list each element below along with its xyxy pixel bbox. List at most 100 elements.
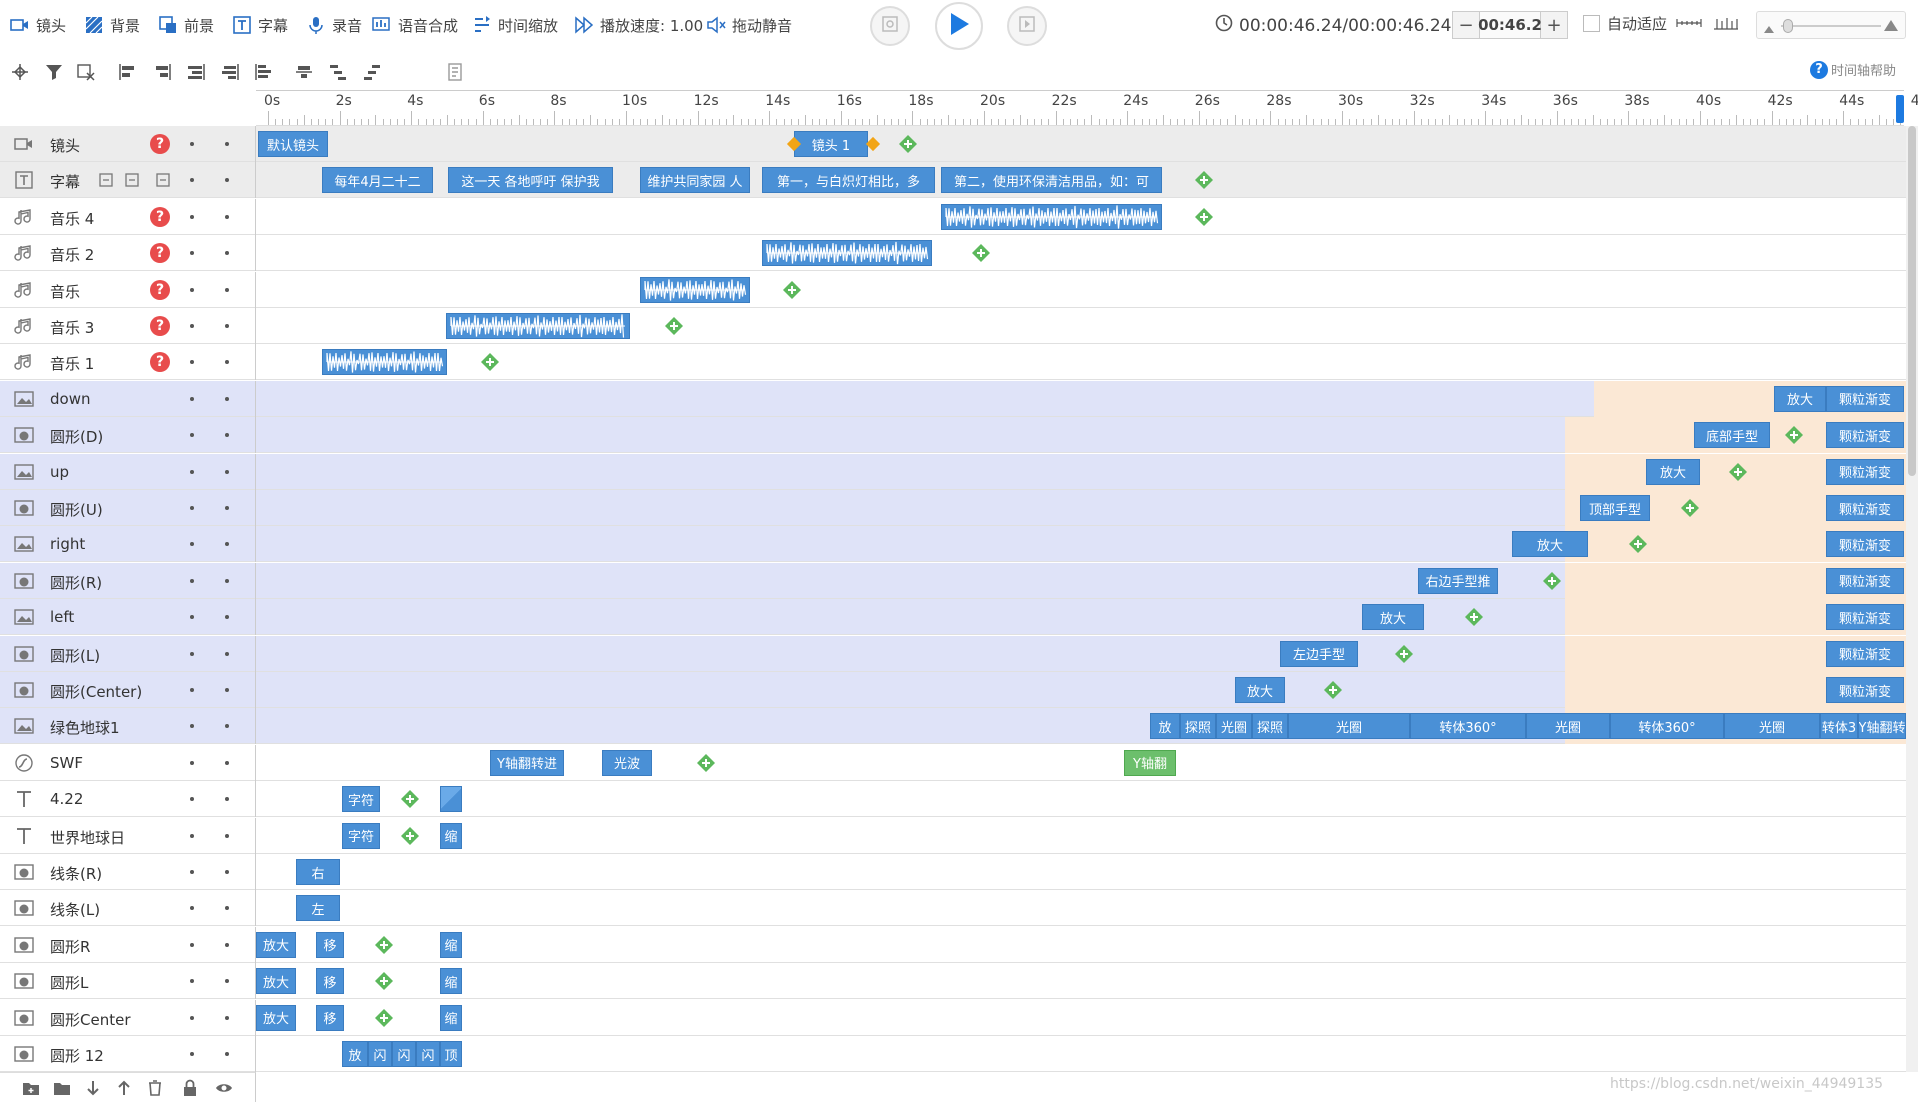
lock-dot[interactable] (225, 360, 229, 365)
track-row[interactable]: 音乐? (0, 271, 1906, 308)
lock-dot[interactable] (225, 797, 229, 802)
visibility-dot[interactable] (190, 688, 194, 692)
timeline-clip[interactable]: 放大 (256, 931, 296, 958)
audio-clip[interactable] (322, 349, 447, 376)
visibility-dot[interactable] (190, 833, 194, 838)
visibility-dot[interactable] (190, 178, 194, 183)
track-header[interactable]: 圆形Center (0, 999, 256, 1036)
record-tool[interactable]: 录音 (306, 12, 362, 38)
add-effect-icon[interactable] (374, 971, 394, 991)
track-header[interactable]: 圆形(L) (0, 635, 256, 672)
distribute-icon[interactable] (254, 62, 274, 82)
timeline-clip[interactable]: 缩 (440, 1004, 462, 1031)
add-effect-icon[interactable] (374, 935, 394, 955)
lock-dot[interactable] (225, 906, 229, 911)
timeline-clip[interactable]: 探照 (1180, 713, 1216, 740)
track-row[interactable]: 圆形L 放大移 缩 (0, 963, 1906, 1000)
timeline-clip[interactable]: 第二，使用环保清洁用品，如：可 (941, 167, 1162, 194)
track-header[interactable]: 圆形(R) (0, 562, 256, 599)
folder-icon[interactable] (53, 1079, 71, 1097)
zoom-slider[interactable] (1756, 11, 1906, 39)
visibility-dot[interactable] (190, 979, 194, 984)
tts-tool[interactable]: 语音合成 (372, 12, 458, 38)
lock-dot[interactable] (225, 506, 229, 510)
timeline-clip[interactable]: 右 (296, 859, 340, 885)
track-lane[interactable]: 底部手型 颗粒渐变 (256, 417, 1906, 454)
timeline-clip[interactable]: 闪 (416, 1041, 440, 1067)
add-effect-icon[interactable] (1542, 571, 1562, 591)
play-button[interactable] (935, 2, 983, 50)
timeline-clip[interactable]: 缩 (440, 931, 462, 958)
add-effect-icon[interactable] (1194, 170, 1214, 190)
timeline-clip[interactable]: 颗粒渐变 (1826, 604, 1904, 631)
track-header[interactable]: 字幕 (0, 162, 256, 199)
timeline-clip[interactable]: Y轴翻 (1124, 749, 1176, 776)
align-start-icon[interactable] (186, 62, 206, 82)
timeline-clip[interactable]: 左 (296, 895, 340, 922)
background-tool[interactable]: 背景 (84, 12, 140, 38)
add-effect-icon[interactable] (374, 1008, 394, 1028)
timeline-clip[interactable]: 闪 (392, 1041, 416, 1067)
track-header[interactable]: 圆形L (0, 963, 256, 1000)
track-header[interactable]: 音乐 2? (0, 235, 256, 272)
track-lane[interactable]: 放闪闪闪顶 (256, 1036, 1906, 1072)
lock-dot[interactable] (225, 724, 229, 729)
track-header[interactable]: 圆形(U) (0, 490, 256, 526)
visibility-dot[interactable] (190, 870, 194, 874)
lock-dot[interactable] (225, 870, 229, 874)
timeline-clip[interactable]: 光波 (602, 749, 652, 776)
scrollbar-thumb[interactable] (1908, 126, 1916, 476)
track-header[interactable]: 音乐 3? (0, 308, 256, 344)
track-header[interactable]: 绿色地球1 (0, 708, 256, 745)
track-lane[interactable]: 每年4月二十二 这一天 各地呼吁 保护我 维护共同家园 人第一，与白炽灯相比，多 第二… (256, 162, 1906, 198)
visibility-dot[interactable] (190, 542, 194, 547)
lock-dot[interactable] (225, 396, 229, 401)
timeline-clip[interactable]: 放大 (1235, 677, 1285, 703)
stack-icon[interactable] (294, 62, 314, 82)
track-lane[interactable]: Y轴翻转进 光波 Y轴翻 (256, 745, 1906, 781)
timeline-clip[interactable]: 第一，与白炽灯相比，多 (762, 167, 935, 194)
timeline-clip[interactable]: 颗粒渐变 (1826, 422, 1904, 449)
visibility-dot[interactable] (190, 578, 194, 583)
lock-dot[interactable] (225, 578, 229, 583)
track-row[interactable]: 线条(L) 左 (0, 890, 1906, 927)
track-lane[interactable]: 放大 颗粒渐变 (256, 599, 1906, 636)
track-row[interactable]: left 放大 颗粒渐变 (0, 599, 1906, 636)
track-row[interactable]: up 放大 颗粒渐变 (0, 453, 1906, 490)
zoom-track[interactable] (1781, 25, 1881, 27)
timeline-clip[interactable]: 光圈 (1526, 713, 1610, 740)
add-effect-icon[interactable] (898, 134, 918, 154)
track-header[interactable]: left (0, 599, 256, 636)
align-end-icon[interactable] (220, 62, 240, 82)
track-row[interactable]: 镜头? 默认镜头 镜头 1 (0, 126, 1906, 162)
clear-filter-icon[interactable] (76, 62, 96, 82)
track-row[interactable]: 音乐 3? (0, 308, 1906, 344)
zoom-in-icon[interactable] (1883, 18, 1899, 36)
timeline-clip[interactable]: 光圈 (1288, 713, 1410, 740)
timeline-clip[interactable]: 颗粒渐变 (1826, 458, 1904, 485)
visibility-dot[interactable] (190, 214, 194, 219)
timeline-ruler[interactable]: 0s 2s 4s 6s 8s 10s 12s 14s 16s 18s 20s 22s 24s 26s 28s… (256, 90, 1918, 126)
track-lane[interactable]: 顶部手型 颗粒渐变 (256, 490, 1906, 526)
visibility-dot[interactable] (190, 469, 194, 474)
audio-clip[interactable] (762, 240, 932, 267)
timeline-clip[interactable]: 移 (316, 931, 344, 958)
warning-icon[interactable]: ? (150, 316, 170, 336)
track-lane[interactable] (256, 344, 1906, 380)
track-row[interactable]: 圆形Center 放大移 缩 (0, 999, 1906, 1036)
play-speed-tool[interactable]: 播放速度: 1.00 (574, 12, 703, 38)
track-row[interactable]: down 放大 颗粒渐变 (0, 380, 1906, 417)
align-right-icon[interactable] (152, 62, 172, 82)
track-header[interactable]: 镜头? (0, 126, 256, 162)
properties-icon[interactable] (446, 62, 466, 82)
track-header[interactable]: 线条(R) (0, 854, 256, 890)
zoom-out-icon[interactable] (1763, 20, 1775, 38)
warning-icon[interactable]: ? (150, 243, 170, 264)
track-lane[interactable]: 放大 颗粒渐变 (256, 453, 1906, 490)
track-row[interactable]: 圆形(D) 底部手型 颗粒渐变 (0, 417, 1906, 454)
track-header[interactable]: up (0, 453, 256, 490)
filter-icon[interactable] (44, 62, 64, 82)
timeline-clip[interactable]: 放大 (1774, 385, 1826, 412)
visibility-dot[interactable] (190, 1015, 194, 1020)
add-effect-icon[interactable] (400, 789, 420, 809)
